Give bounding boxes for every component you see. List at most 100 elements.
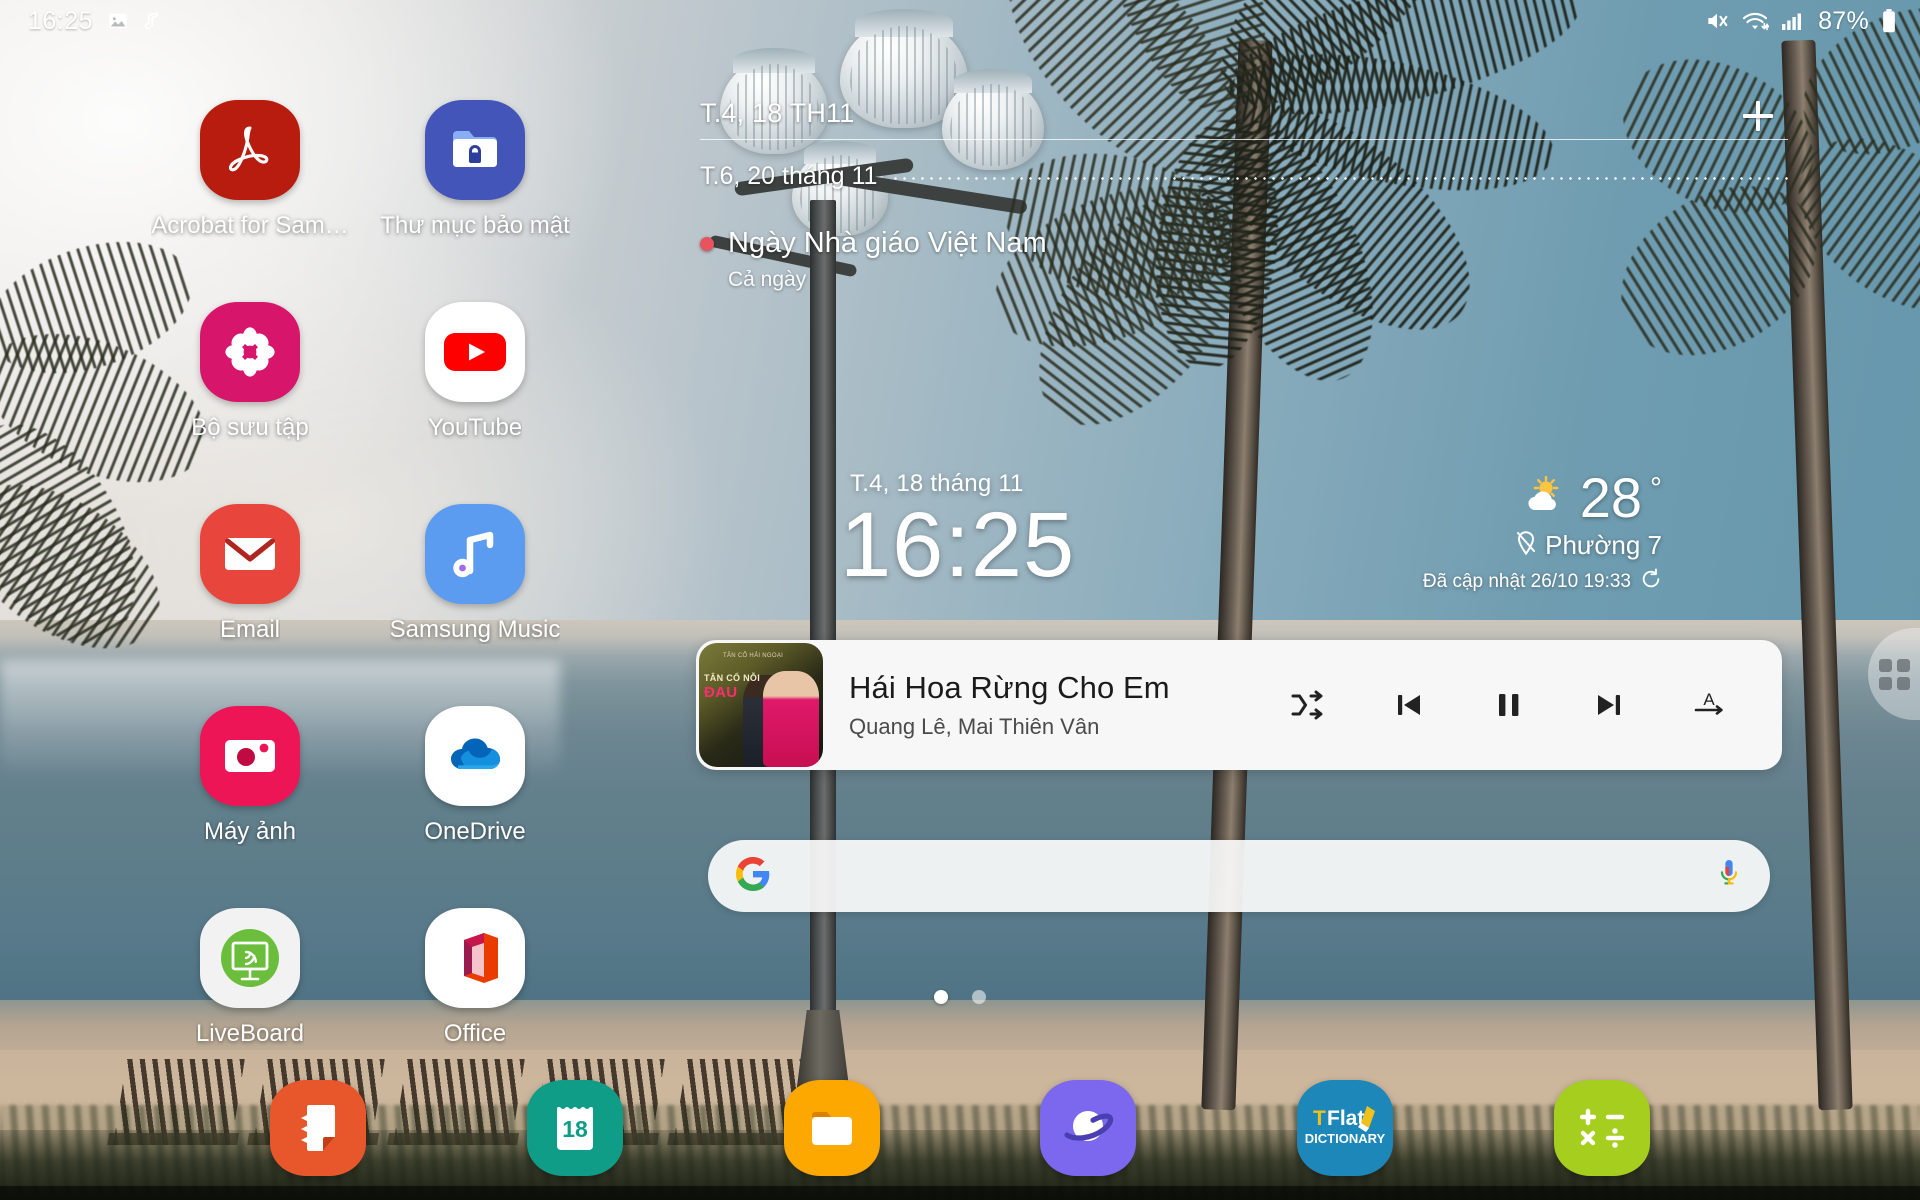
my-files-icon (783, 1080, 880, 1176)
home-screen: 16:25 87% T.4, 18 TH11 T.6, 20 tháng 11 … (0, 0, 1920, 1200)
dock-item-my-files[interactable] (703, 1080, 960, 1176)
weather-updated-label: Đã cập nhật 26/10 19:33 (1422, 570, 1631, 592)
dock: 18 T Flat DICTIONARY (0, 1068, 1920, 1188)
dock-item-internet[interactable] (960, 1080, 1217, 1176)
album-art-title-1: TÂN CỔ NỖI (704, 673, 760, 683)
app-label: OneDrive (424, 818, 526, 845)
tflat-icon: T Flat DICTIONARY (1297, 1080, 1394, 1176)
event-title: Ngày Nhà giáo Việt Nam (728, 227, 1047, 259)
microphone-icon[interactable] (1716, 857, 1742, 896)
onedrive-icon (425, 706, 525, 806)
music-player-widget[interactable]: TÂN CỔ HẢI NGOẠI TÂN CỔ NỖI ĐAU Hái Hoa … (696, 640, 1782, 770)
app-label: LiveBoard (195, 1020, 305, 1047)
calendar-next-date-row: T.6, 20 tháng 11 (700, 162, 1788, 191)
svg-text:DICTIONARY: DICTIONARY (1305, 1131, 1386, 1146)
search-input[interactable] (790, 862, 1716, 890)
next-icon[interactable] (1588, 684, 1630, 726)
app-samsung-music[interactable]: Samsung Music (375, 504, 575, 644)
page-dot-active[interactable] (934, 990, 948, 1004)
pause-icon[interactable] (1488, 684, 1530, 726)
music-note-icon (143, 10, 163, 32)
app-label: Samsung Music (389, 616, 561, 643)
calendar-next-date: T.6, 20 tháng 11 (700, 162, 878, 190)
weather-updated-row: Đã cập nhật 26/10 19:33 (1423, 568, 1662, 595)
calendar-dotted-divider (891, 177, 1788, 180)
camera-icon (200, 706, 300, 806)
location-pin-icon (1515, 530, 1537, 561)
app-label: Email (219, 616, 280, 643)
app-label: Acrobat for Sam… (151, 212, 349, 239)
image-icon (107, 10, 129, 32)
page-indicator (0, 990, 1920, 1004)
app-camera[interactable]: Máy ảnh (150, 706, 350, 846)
status-bar-clock: 16:25 (28, 6, 94, 35)
youtube-icon (425, 302, 525, 402)
event-time: Cả ngày (728, 268, 807, 291)
samsung-internet-icon (1040, 1080, 1137, 1176)
album-art-title-2: ĐAU (704, 684, 738, 701)
google-search-bar[interactable] (708, 840, 1770, 912)
weather-degree-symbol: ° (1650, 472, 1662, 505)
battery-percent-label: 87% (1818, 6, 1869, 35)
weather-location: Phường 7 (1545, 530, 1662, 560)
dock-item-samsung-notes[interactable] (190, 1080, 447, 1176)
app-acrobat[interactable]: Acrobat for Sam… (150, 100, 350, 240)
music-controls: A (1288, 684, 1782, 726)
secure-folder-icon (425, 100, 525, 200)
battery-icon (1880, 8, 1898, 34)
music-track-info: Hái Hoa Rừng Cho Em Quang Lê, Mai Thiên … (849, 670, 1288, 740)
weather-temperature-row: 28 ° (1423, 470, 1662, 526)
track-title: Hái Hoa Rừng Cho Em (849, 670, 1170, 705)
calculator-icon (1553, 1080, 1650, 1176)
weather-location-row: Phường 7 (1423, 530, 1662, 561)
email-icon (200, 504, 300, 604)
app-label: Máy ảnh (203, 818, 297, 845)
app-email[interactable]: Email (150, 504, 350, 644)
clock-time: 16:25 (840, 494, 1076, 596)
app-label: Thư mục bảo mật (380, 212, 570, 239)
album-art[interactable]: TÂN CỔ HẢI NGOẠI TÂN CỔ NỖI ĐAU (699, 643, 823, 767)
status-bar-left: 16:25 (0, 7, 163, 36)
svg-text:A: A (1703, 690, 1715, 709)
previous-icon[interactable] (1388, 684, 1430, 726)
dock-item-calculator[interactable] (1473, 1080, 1730, 1176)
app-liveboard[interactable]: LiveBoard (150, 908, 350, 1048)
repeat-a-icon[interactable]: A (1688, 684, 1730, 726)
signal-icon (1780, 9, 1804, 33)
app-youtube[interactable]: YouTube (375, 302, 575, 442)
apps-grid-icon (1878, 658, 1910, 690)
app-label: Office (443, 1020, 507, 1047)
album-art-top-text: TÂN CỔ HẢI NGOẠI (723, 653, 784, 659)
calendar-icon: 18 (527, 1080, 623, 1176)
samsung-notes-icon (270, 1080, 367, 1176)
app-grid: Acrobat for Sam… Thư mục bảo mật Bộ sưu … (150, 100, 600, 1048)
calendar-today-label: T.4, 18 TH11 (700, 98, 855, 128)
shuffle-icon[interactable] (1288, 684, 1330, 726)
add-event-button[interactable] (1734, 92, 1782, 140)
app-secure-folder[interactable]: Thư mục bảo mật (375, 100, 575, 240)
app-gallery[interactable]: Bộ sưu tập (150, 302, 350, 442)
page-dot[interactable] (972, 990, 986, 1004)
clock-widget[interactable]: T.4, 18 tháng 11 16:25 (840, 470, 1076, 596)
app-label: YouTube (427, 414, 523, 441)
gallery-icon (200, 302, 300, 402)
app-label: Bộ sưu tập (191, 414, 309, 441)
app-office[interactable]: Office (375, 908, 575, 1048)
refresh-icon[interactable] (1640, 568, 1662, 595)
track-artist: Quang Lê, Mai Thiên Vân (849, 714, 1100, 739)
calendar-day-number: 18 (562, 1116, 588, 1142)
acrobat-icon (200, 100, 300, 200)
weather-temperature: 28 (1579, 466, 1642, 529)
dock-item-calendar[interactable]: 18 (447, 1080, 704, 1176)
weather-widget[interactable]: 28 ° Phường 7 Đã cập nhật 26/10 19:33 (1423, 470, 1662, 595)
dock-item-tflat[interactable]: T Flat DICTIONARY (1217, 1080, 1474, 1176)
calendar-divider (700, 139, 1788, 140)
samsung-music-icon (425, 504, 525, 604)
partly-cloudy-icon (1520, 475, 1572, 521)
calendar-widget[interactable]: T.4, 18 TH11 T.6, 20 tháng 11 Ngày Nhà g… (700, 98, 1788, 318)
wifi-icon (1741, 8, 1770, 34)
calendar-event[interactable]: Ngày Nhà giáo Việt Nam (700, 227, 1788, 260)
status-bar-right: 87% (1704, 7, 1920, 36)
navigation-bar (0, 1186, 1920, 1200)
app-onedrive[interactable]: OneDrive (375, 706, 575, 846)
